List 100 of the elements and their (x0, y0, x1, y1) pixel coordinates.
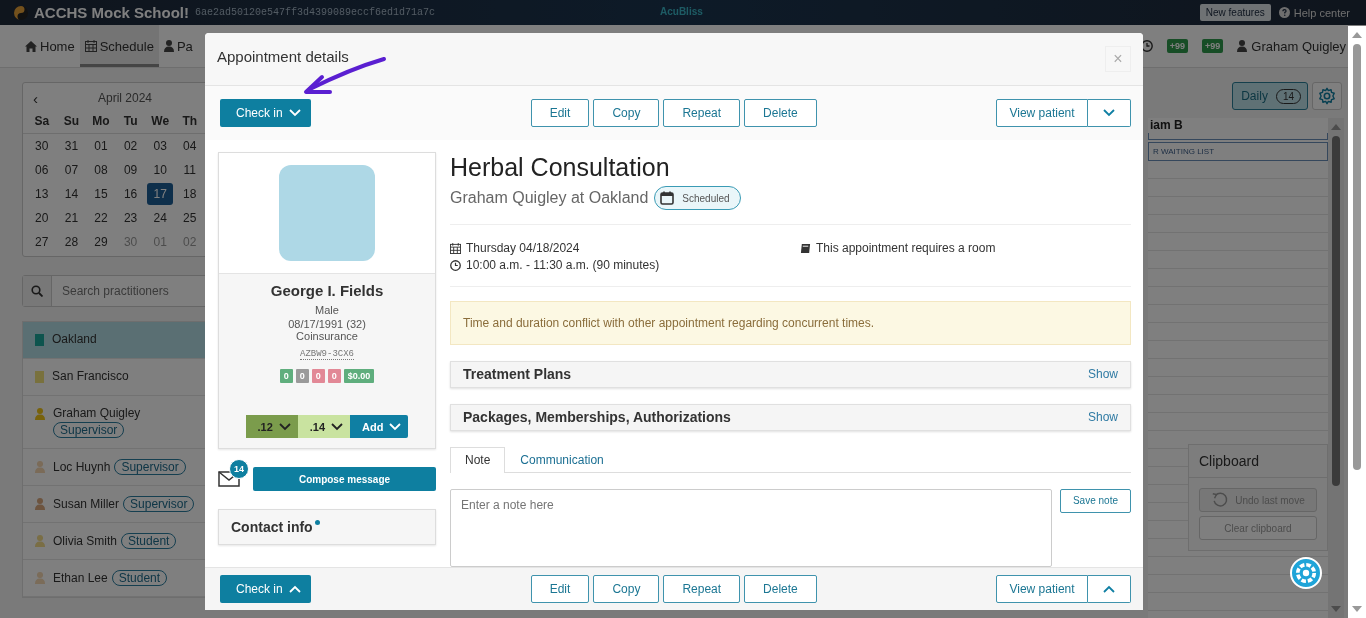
appointment-subtitle: Graham Quigley at Oakland (450, 189, 649, 207)
user-icon (1237, 40, 1248, 52)
undo-icon (1211, 491, 1230, 509)
show-link[interactable]: Show (1087, 367, 1118, 382)
calendar-day[interactable]: 24 (147, 207, 174, 229)
calendar-day[interactable]: 02 (117, 135, 144, 157)
patient-birthdate: 08/17/1991 (32) (288, 317, 366, 331)
calendar-day[interactable]: 16 (117, 183, 144, 205)
help-icon (1278, 7, 1290, 18)
status-badge: Scheduled (654, 186, 741, 210)
notification-badge[interactable]: +99 (1166, 39, 1189, 53)
action-button[interactable]: Delete (744, 99, 817, 127)
clock-icon (450, 259, 461, 271)
calendar-day[interactable]: 28 (58, 231, 85, 253)
action-button[interactable]: Copy (593, 99, 660, 127)
calendar-day[interactable]: 04 (176, 135, 203, 157)
calendar-day[interactable]: 22 (88, 207, 114, 229)
check-in-button[interactable]: Check in (220, 575, 311, 603)
collapsible-section[interactable]: Treatment Plans Show (450, 361, 1131, 388)
calendar-day[interactable]: 29 (88, 231, 114, 253)
schedule-entry[interactable]: R WAITING LIST (1148, 142, 1328, 161)
calendar-day[interactable]: 07 (58, 159, 85, 181)
help-center-link[interactable]: Help center (1278, 6, 1350, 19)
lifebuoy-icon (1295, 562, 1317, 584)
action-button[interactable]: Repeat (663, 575, 741, 603)
action-button[interactable]: Edit (530, 575, 590, 603)
clock-icon[interactable] (1140, 40, 1153, 52)
calendar-day[interactable]: 06 (28, 159, 55, 181)
nav-tab[interactable]: Pa (158, 25, 198, 67)
view-patient-button[interactable]: View patient (996, 99, 1088, 127)
patient-name: George I. Fields (270, 282, 384, 299)
calendar-day[interactable]: 09 (117, 159, 144, 181)
calendar-day[interactable]: 14 (58, 183, 85, 205)
nav-tab[interactable]: Schedule (79, 25, 159, 67)
calendar-day[interactable]: 01 (88, 135, 114, 157)
compose-message-button[interactable]: Compose message (253, 467, 436, 491)
counter-badge: $0.00 (343, 369, 375, 383)
section-title: Treatment Plans (463, 366, 572, 383)
calendar-day[interactable]: 18 (176, 183, 203, 205)
tab[interactable]: Note (450, 446, 506, 473)
calendar-day[interactable]: 21 (58, 207, 85, 229)
schedule-entry[interactable] (1148, 133, 1328, 140)
calendar-day[interactable]: 15 (88, 183, 114, 205)
calendar-day[interactable]: 10 (147, 159, 174, 181)
tag-dropdown[interactable]: .14 (297, 415, 351, 438)
show-link[interactable]: Show (1087, 410, 1118, 425)
calendar-day[interactable]: 30 (28, 135, 55, 157)
calendar-day[interactable]: 11 (176, 159, 203, 181)
check-in-button[interactable]: Check in (220, 99, 311, 127)
logo-icon (14, 5, 28, 20)
column-header: iam B (1149, 118, 1184, 132)
calendar-day[interactable]: 03 (147, 135, 174, 157)
session-id: 6ae2ad50120e547ff3d4399089eccf6ed1d71a7c (195, 7, 436, 18)
tag-dropdown[interactable]: .12 (245, 415, 298, 438)
action-button[interactable]: Delete (744, 575, 817, 603)
new-features-button[interactable]: New features (1199, 4, 1271, 21)
dialog-title: Appointment details (217, 47, 349, 65)
calendar-day[interactable]: 17 (147, 183, 174, 205)
calendar-day[interactable]: 25 (176, 207, 203, 229)
counter-badge: 0 (279, 369, 293, 383)
action-button[interactable]: Repeat (663, 99, 741, 127)
calendar-day[interactable]: 27 (28, 231, 55, 253)
notification-badge[interactable]: +99 (1202, 39, 1224, 53)
action-button[interactable]: Edit (530, 99, 590, 127)
chevron-down-icon (288, 109, 301, 117)
tab[interactable]: Communication (505, 446, 619, 472)
weekday-label: We (150, 114, 171, 128)
calendar-day[interactable]: 31 (58, 135, 85, 157)
tag-dropdown[interactable]: Add (350, 415, 409, 438)
collapsible-section[interactable]: Packages, Memberships, Authorizations Show (450, 403, 1131, 431)
settings-button[interactable] (1312, 82, 1342, 110)
contact-info-panel[interactable]: Contact info (218, 509, 436, 545)
dropdown-button[interactable] (1088, 575, 1131, 603)
calendar-icon (84, 40, 97, 52)
action-button[interactable]: Copy (593, 575, 660, 603)
counter-badge: 0 (295, 369, 309, 383)
calendar-day[interactable]: 13 (28, 183, 55, 205)
nav-tab[interactable]: Home (20, 25, 80, 67)
weekday-label: Th (181, 114, 199, 128)
save-note-button[interactable]: Save note (1059, 489, 1131, 513)
weekday-label: Su (62, 114, 81, 128)
close-button[interactable]: × (1105, 46, 1131, 72)
previous-month-button[interactable]: ‹ (33, 89, 38, 107)
scrollbar[interactable] (1328, 118, 1344, 618)
calendar-month: April 2024 (98, 91, 153, 105)
daily-view-button[interactable]: Daily 14 (1232, 82, 1308, 110)
calendar-day[interactable]: 08 (88, 159, 114, 181)
note-field[interactable]: Enter a note here (450, 489, 1052, 567)
patient-code: AZBW9-3CX6 (300, 349, 354, 360)
section-title: Packages, Memberships, Authorizations (463, 409, 731, 426)
calendar-day[interactable]: 23 (117, 207, 144, 229)
dropdown-button[interactable] (1088, 99, 1131, 127)
calendar-day[interactable]: 20 (28, 207, 55, 229)
weekday-label: Tu (122, 114, 139, 128)
view-patient-button[interactable]: View patient (996, 575, 1088, 603)
book-icon (800, 242, 811, 254)
brand-name: AcuBliss (660, 6, 703, 17)
page-scrollbar[interactable] (1348, 26, 1366, 618)
chevron-up-icon (1103, 585, 1115, 593)
user-menu[interactable]: Graham Quigley (1237, 38, 1346, 54)
